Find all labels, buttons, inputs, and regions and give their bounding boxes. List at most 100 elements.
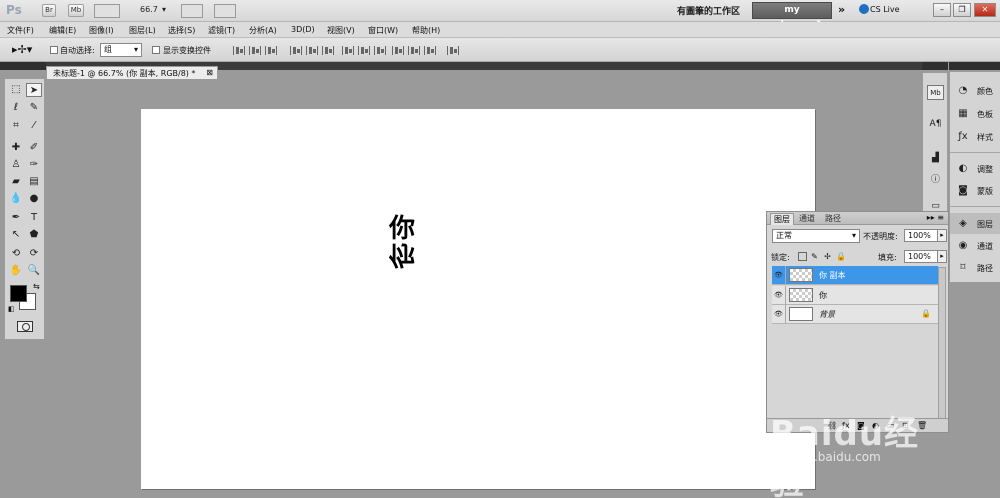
bridge-button[interactable]: Br — [42, 4, 56, 17]
blur-tool-icon[interactable]: 💧 — [8, 192, 24, 206]
histogram-panel-icon[interactable]: ▟ — [927, 151, 944, 166]
distribute-hcenter-icon[interactable] — [408, 46, 420, 55]
add-mask-icon[interactable]: ◙ — [857, 421, 865, 430]
document-canvas[interactable]: 你 你 — [141, 109, 815, 489]
menu-select[interactable]: 选择(S) — [168, 25, 195, 36]
screen-mode-dropdown[interactable] — [214, 4, 236, 18]
link-layers-icon[interactable]: ⛓ — [827, 421, 837, 430]
new-layer-icon[interactable]: ⊡ — [902, 421, 909, 430]
align-bottom-icon[interactable] — [265, 46, 277, 55]
new-adjustment-icon[interactable]: ◐ — [872, 421, 879, 430]
menu-window[interactable]: 窗口(W) — [368, 25, 398, 36]
swatches-panel-tab[interactable]: ▦ 色板 — [950, 103, 1000, 124]
menu-filter[interactable]: 滤镜(T) — [208, 25, 235, 36]
pen-tool-icon[interactable]: ✒ — [8, 211, 24, 225]
zoom-level[interactable]: 66.7 — [140, 5, 158, 14]
opacity-input[interactable]: 100% — [904, 229, 938, 242]
dodge-tool-icon[interactable]: ● — [26, 192, 42, 206]
brush-tool-icon[interactable]: ✐ — [26, 141, 42, 155]
icon-panel-header[interactable] — [922, 62, 948, 70]
layer-row[interactable]: 👁 你 — [772, 286, 938, 305]
auto-align-layers-icon[interactable] — [447, 46, 459, 55]
quick-mask-icon[interactable] — [17, 321, 33, 332]
3d-rotate-tool-icon[interactable]: ⟲ — [8, 247, 24, 261]
workspace-button[interactable]: my workspace1 — [752, 2, 832, 30]
layers-scrollbar[interactable] — [938, 267, 946, 419]
show-transform-checkbox[interactable] — [152, 46, 160, 54]
crop-tool-icon[interactable]: ⌗ — [8, 119, 24, 133]
lasso-tool-icon[interactable]: ℓ — [8, 101, 24, 115]
fill-slider-arrow-icon[interactable]: ▸ — [937, 250, 947, 263]
close-button[interactable]: ✕ — [974, 3, 996, 17]
close-document-icon[interactable]: ⊠ — [206, 68, 213, 77]
distribute-right-icon[interactable] — [424, 46, 436, 55]
healing-brush-tool-icon[interactable]: ✚ — [8, 141, 24, 155]
history-brush-tool-icon[interactable]: ✑ — [26, 158, 42, 172]
menu-image[interactable]: 图像(I) — [89, 25, 114, 36]
layer-row[interactable]: 👁 背景 🔒 — [772, 305, 938, 324]
channels-panel-tab[interactable]: ◉ 通道 — [950, 235, 1000, 256]
align-top-icon[interactable] — [233, 46, 245, 55]
distribute-bottom-icon[interactable] — [374, 46, 386, 55]
eraser-tool-icon[interactable]: ▰ — [8, 175, 24, 189]
tab-paths[interactable]: 路径 — [822, 213, 844, 225]
distribute-left-icon[interactable] — [392, 46, 404, 55]
lock-transparent-icon[interactable] — [798, 252, 807, 261]
hand-tool-icon[interactable]: ✋ — [8, 264, 24, 278]
tab-channels[interactable]: 通道 — [796, 213, 818, 225]
layer-style-icon[interactable]: ƒx — [842, 421, 850, 430]
clone-stamp-tool-icon[interactable]: ♙ — [8, 158, 24, 172]
move-tool-icon[interactable]: ➤ — [26, 83, 42, 97]
cs-live-button[interactable]: CS Live — [870, 5, 900, 14]
tab-layers[interactable]: 图层 — [770, 213, 794, 225]
paths-panel-tab[interactable]: ⌑ 路径 — [950, 257, 1000, 278]
adjustments-panel-tab[interactable]: ◐ 调整 — [950, 158, 1000, 179]
move-tool-preset-icon[interactable]: ▸✢▾ — [12, 43, 32, 56]
masks-panel-tab[interactable]: ◙ 蒙版 — [950, 180, 1000, 201]
tools-panel-header[interactable] — [0, 62, 46, 70]
lock-position-icon[interactable]: ✢ — [823, 252, 832, 261]
align-left-icon[interactable] — [290, 46, 302, 55]
zoom-tool-icon[interactable]: 🔍 — [26, 264, 42, 278]
3d-orbit-tool-icon[interactable]: ⟳ — [26, 247, 42, 261]
quick-selection-tool-icon[interactable]: ✎ — [26, 101, 42, 115]
auto-select-dropdown[interactable]: 组 — [100, 43, 142, 57]
lock-image-icon[interactable]: ✎ — [810, 252, 819, 261]
gradient-tool-icon[interactable]: ▤ — [26, 175, 42, 189]
panel-menu-icon[interactable]: ▸▸ ≡ — [927, 213, 944, 222]
swap-colors-icon[interactable]: ⇆ — [33, 282, 40, 291]
eyedropper-tool-icon[interactable]: ⁄ — [26, 119, 42, 133]
fill-input[interactable]: 100% — [904, 250, 938, 263]
align-hcenter-icon[interactable] — [306, 46, 318, 55]
eye-visibility-icon[interactable]: 👁 — [772, 266, 786, 285]
more-workspaces-icon[interactable]: » — [838, 3, 845, 16]
eye-visibility-icon[interactable]: 👁 — [772, 286, 786, 305]
menu-help[interactable]: 帮助(H) — [412, 25, 440, 36]
default-colors-icon[interactable]: ◧ — [8, 305, 15, 313]
menu-edit[interactable]: 编辑(E) — [49, 25, 76, 36]
zoom-chevron-icon[interactable]: ▾ — [162, 5, 166, 14]
view-extras-dropdown[interactable] — [94, 4, 120, 18]
foreground-color-swatch[interactable] — [10, 285, 27, 302]
color-panel-tab[interactable]: ◔ 颜色 — [950, 80, 1000, 101]
document-tab[interactable]: 未标题-1 @ 66.7% (你 副本, RGB/8) * ⊠ — [46, 66, 218, 79]
minimize-button[interactable]: – — [933, 3, 951, 17]
path-selection-tool-icon[interactable]: ↖ — [8, 228, 24, 242]
menu-view[interactable]: 视图(V) — [327, 25, 355, 36]
distribute-vcenter-icon[interactable] — [358, 46, 370, 55]
align-vcenter-icon[interactable] — [249, 46, 261, 55]
restore-button[interactable]: ❐ — [953, 3, 971, 17]
menu-3d[interactable]: 3D(D) — [291, 25, 315, 34]
mini-bridge-panel-icon[interactable]: Mb — [927, 85, 944, 100]
mini-bridge-button[interactable]: Mb — [68, 4, 84, 17]
menu-analysis[interactable]: 分析(A) — [249, 25, 277, 36]
opacity-slider-arrow-icon[interactable]: ▸ — [937, 229, 947, 242]
marquee-tool-icon[interactable]: ⬚ — [8, 83, 24, 97]
styles-panel-tab[interactable]: ƒx 样式 — [950, 126, 1000, 147]
info-panel-icon[interactable]: ⓘ — [927, 173, 944, 188]
align-right-icon[interactable] — [322, 46, 334, 55]
layers-panel-tab[interactable]: ◈ 图层 — [950, 213, 1000, 234]
shape-tool-icon[interactable]: ⬟ — [26, 228, 42, 242]
right-panel-header[interactable] — [949, 62, 1000, 70]
delete-layer-icon[interactable]: 🗑 — [917, 421, 927, 430]
